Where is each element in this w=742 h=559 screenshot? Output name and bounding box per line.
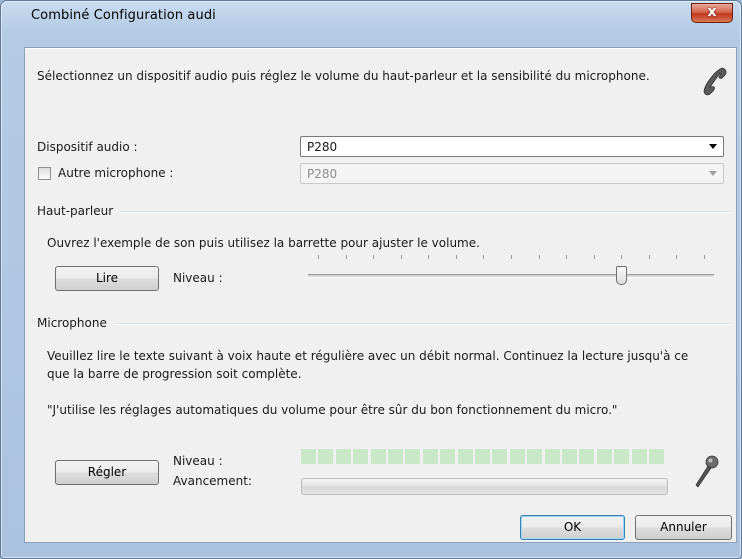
mic-progress-label: Avancement:: [173, 474, 252, 488]
level-meter-segment: [440, 449, 455, 464]
speaker-group-divider: [120, 211, 732, 213]
slider-tick: [539, 255, 540, 259]
level-meter-segment: [423, 449, 438, 464]
mic-group-label: Microphone: [37, 316, 107, 330]
level-meter-segment: [597, 449, 612, 464]
window-title: Combiné Configuration audi: [31, 8, 216, 23]
slider-tick: [346, 255, 347, 259]
device-select-value: P280: [307, 140, 338, 154]
slider-tick: [318, 255, 319, 259]
level-meter-segment: [510, 449, 525, 464]
speaker-instructions: Ouvrez l'exemple de son puis utilisez la…: [47, 236, 480, 250]
alt-mic-select: P280: [300, 163, 724, 184]
mic-instructions-line2: que la barre de progression soit complèt…: [47, 367, 302, 381]
close-icon: x: [707, 4, 717, 20]
slider-tick: [704, 255, 705, 259]
level-meter-segment: [614, 449, 629, 464]
chevron-down-icon: [709, 171, 717, 176]
ok-button[interactable]: OK: [520, 515, 625, 540]
dialog-window: Combiné Configuration audi x Sélectionne…: [0, 0, 742, 559]
level-meter-segment: [318, 449, 333, 464]
level-meter-segment: [527, 449, 542, 464]
slider-tick: [428, 255, 429, 259]
cancel-button[interactable]: Annuler: [635, 515, 732, 540]
device-select[interactable]: P280: [300, 136, 724, 157]
mic-group-divider: [117, 323, 732, 325]
slider-tick: [676, 255, 677, 259]
slider-tick: [373, 255, 374, 259]
alt-mic-select-value: P280: [307, 167, 338, 181]
adjust-button[interactable]: Régler: [55, 460, 159, 485]
level-meter-segment: [649, 449, 664, 464]
level-meter-segment: [336, 449, 351, 464]
microphone-icon: [695, 455, 719, 488]
slider-tick: [511, 255, 512, 259]
close-button[interactable]: x: [691, 3, 733, 23]
level-meter-segment: [475, 449, 490, 464]
slider-tick: [483, 255, 484, 259]
slider-tick: [566, 255, 567, 259]
chevron-down-icon: [709, 144, 717, 149]
slider-tick: [649, 255, 650, 259]
level-meter-segment: [458, 449, 473, 464]
device-label: Dispositif audio :: [37, 140, 138, 154]
level-meter-segment: [579, 449, 594, 464]
level-meter-segment: [632, 449, 647, 464]
mic-quote: "J'utilise les réglages automatiques du …: [47, 403, 618, 417]
level-meter-segment: [371, 449, 386, 464]
mic-level-label: Niveau :: [173, 454, 223, 468]
speaker-level-label: Niveau :: [173, 271, 223, 285]
title-bar[interactable]: Combiné Configuration audi x: [1, 1, 741, 31]
level-meter-segment: [388, 449, 403, 464]
level-meter-segment: [301, 449, 316, 464]
volume-slider[interactable]: [308, 255, 714, 289]
level-meter-segment: [492, 449, 507, 464]
mic-instructions-line1: Veuillez lire le texte suivant à voix ha…: [47, 349, 689, 363]
slider-tick: [621, 255, 622, 259]
slider-tick: [456, 255, 457, 259]
dialog-body: Sélectionnez un dispositif audio puis ré…: [24, 47, 737, 543]
level-meter-segment: [545, 449, 560, 464]
slider-tick: [401, 255, 402, 259]
mic-progress-bar: [301, 478, 668, 495]
alt-mic-checkbox[interactable]: [38, 167, 51, 180]
slider-tick: [594, 255, 595, 259]
level-meter-segment: [562, 449, 577, 464]
level-meter-segment: [405, 449, 420, 464]
intro-text: Sélectionnez un dispositif audio puis ré…: [37, 69, 650, 83]
level-meter-segment: [353, 449, 368, 464]
alt-mic-label: Autre microphone :: [58, 166, 174, 180]
mic-level-meter: [301, 449, 671, 464]
speaker-group-label: Haut-parleur: [37, 204, 114, 218]
phone-handset-icon: [703, 67, 727, 96]
slider-track: [308, 274, 714, 278]
play-button[interactable]: Lire: [55, 266, 159, 291]
slider-thumb[interactable]: [616, 266, 627, 285]
